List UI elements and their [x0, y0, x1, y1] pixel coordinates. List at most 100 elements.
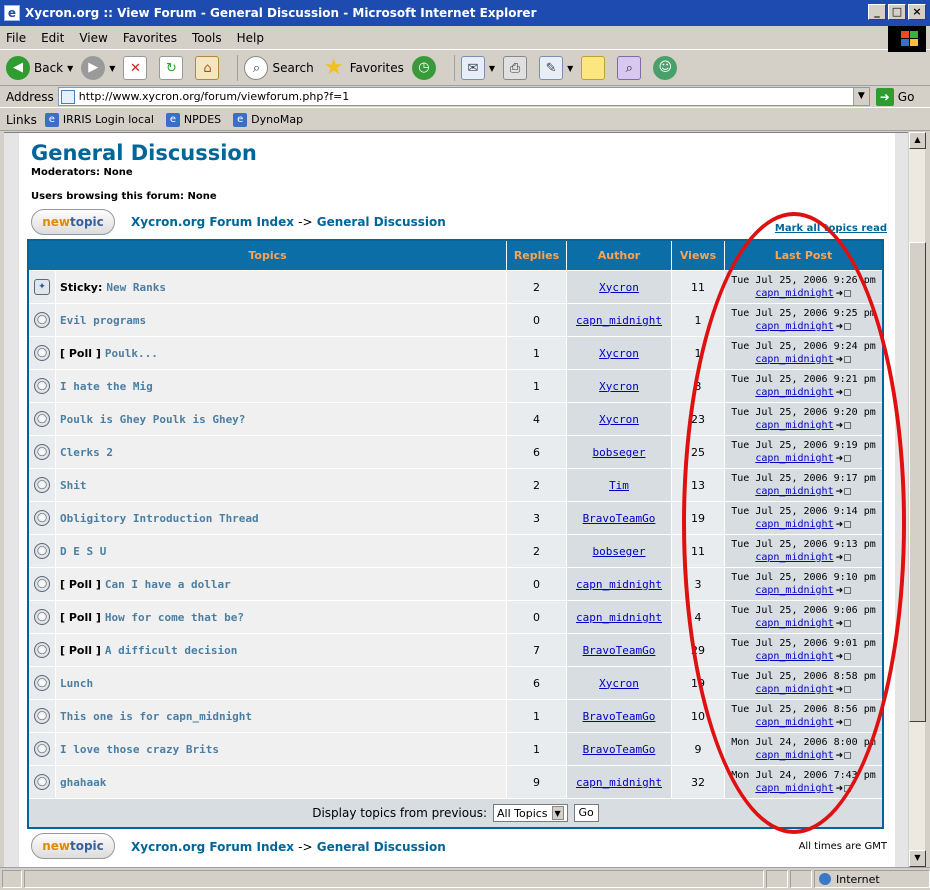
view-latest-post-icon[interactable]: ➜▢ [836, 685, 852, 695]
menu-tools[interactable]: Tools [192, 31, 222, 45]
menu-view[interactable]: View [79, 31, 107, 45]
view-latest-post-icon[interactable]: ➜▢ [836, 520, 852, 530]
author-link[interactable]: capn_midnight [576, 314, 662, 327]
topic-title-link[interactable]: Poulk is Ghey Poulk is Ghey? [60, 413, 245, 426]
view-latest-post-icon[interactable]: ➜▢ [836, 652, 852, 662]
forward-button[interactable]: ▶ ▼ [81, 56, 115, 80]
view-latest-post-icon[interactable]: ➜▢ [836, 487, 852, 497]
minimize-button[interactable]: _ [868, 4, 886, 20]
last-post-user-link[interactable]: capn_midnight [755, 387, 833, 398]
last-post-user-link[interactable]: capn_midnight [755, 585, 833, 596]
author-link[interactable]: capn_midnight [576, 578, 662, 591]
topic-title-link[interactable]: ghahaak [60, 776, 106, 789]
topic-title-link[interactable]: D E S U [60, 545, 106, 558]
topic-title-link[interactable]: Clerks 2 [60, 446, 113, 459]
view-latest-post-icon[interactable]: ➜▢ [836, 388, 852, 398]
view-latest-post-icon[interactable]: ➜▢ [836, 553, 852, 563]
author-link[interactable]: BravoTeamGo [583, 743, 656, 756]
messenger-button[interactable]: ☺ [653, 56, 681, 80]
last-post-user-link[interactable]: capn_midnight [755, 717, 833, 728]
home-button[interactable]: ⌂ [195, 56, 223, 80]
topic-title-link[interactable]: Can I have a dollar [105, 578, 231, 591]
author-link[interactable]: Xycron [599, 677, 639, 690]
close-button[interactable]: × [908, 4, 926, 20]
topic-title-link[interactable]: Shit [60, 479, 87, 492]
view-latest-post-icon[interactable]: ➜▢ [836, 322, 852, 332]
last-post-user-link[interactable]: capn_midnight [755, 750, 833, 761]
new-topic-button-bottom[interactable]: new topic [31, 833, 115, 859]
topic-title-link[interactable]: Poulk... [105, 347, 158, 360]
research-button[interactable]: ⌕ [617, 56, 645, 80]
go-button[interactable]: ➜ Go [875, 87, 914, 106]
view-latest-post-icon[interactable]: ➜▢ [836, 751, 852, 761]
discuss-button[interactable] [581, 56, 609, 80]
author-link[interactable]: Xycron [599, 347, 639, 360]
display-topics-select[interactable]: All Topics ▼ [493, 804, 568, 822]
edit-button[interactable]: ✎ ▼ [539, 56, 573, 80]
author-link[interactable]: BravoTeamGo [583, 644, 656, 657]
last-post-user-link[interactable]: capn_midnight [755, 651, 833, 662]
favorites-button[interactable]: ★ Favorites [322, 56, 404, 80]
forum-title[interactable]: General Discussion [31, 141, 257, 165]
back-button[interactable]: ◀ Back ▼ [6, 56, 73, 80]
crumb-index-link[interactable]: Xycron.org Forum Index [131, 840, 294, 854]
author-link[interactable]: BravoTeamGo [583, 512, 656, 525]
print-button[interactable]: ⎙ [503, 56, 531, 80]
menu-favorites[interactable]: Favorites [123, 31, 177, 45]
last-post-user-link[interactable]: capn_midnight [755, 354, 833, 365]
author-link[interactable]: BravoTeamGo [583, 710, 656, 723]
topic-title-link[interactable]: Evil programs [60, 314, 146, 327]
author-link[interactable]: capn_midnight [576, 611, 662, 624]
author-link[interactable]: bobseger [593, 446, 646, 459]
refresh-button[interactable]: ↻ [159, 56, 187, 80]
author-link[interactable]: Xycron [599, 281, 639, 294]
view-latest-post-icon[interactable]: ➜▢ [836, 586, 852, 596]
maximize-button[interactable]: □ [888, 4, 906, 20]
view-latest-post-icon[interactable]: ➜▢ [836, 289, 852, 299]
topic-title-link[interactable]: How for come that be? [105, 611, 244, 624]
forward-dropdown-icon[interactable]: ▼ [109, 64, 115, 73]
history-button[interactable]: ◷ [411, 56, 440, 80]
author-link[interactable]: capn_midnight [576, 776, 662, 789]
scroll-down-icon[interactable]: ▼ [909, 850, 926, 867]
last-post-user-link[interactable]: capn_midnight [755, 486, 833, 497]
crumb-current-link[interactable]: General Discussion [317, 840, 446, 854]
topic-title-link[interactable]: This one is for capn_midnight [60, 710, 252, 723]
view-latest-post-icon[interactable]: ➜▢ [836, 718, 852, 728]
stop-button[interactable]: ✕ [123, 56, 151, 80]
topic-title-link[interactable]: New Ranks [106, 281, 166, 294]
display-go-button[interactable]: Go [573, 804, 599, 822]
address-dropdown-icon[interactable]: ▼ [852, 88, 869, 105]
view-latest-post-icon[interactable]: ➜▢ [836, 421, 852, 431]
topic-title-link[interactable]: I hate the Mig [60, 380, 153, 393]
author-link[interactable]: bobseger [593, 545, 646, 558]
address-input[interactable]: http://www.xycron.org/forum/viewforum.ph… [57, 87, 870, 106]
link-npdes[interactable]: e NPDES [165, 112, 221, 127]
scroll-thumb[interactable] [909, 242, 926, 722]
mail-button[interactable]: ✉ ▼ [460, 56, 495, 80]
last-post-user-link[interactable]: capn_midnight [755, 618, 833, 629]
last-post-user-link[interactable]: capn_midnight [755, 453, 833, 464]
topic-title-link[interactable]: A difficult decision [105, 644, 237, 657]
search-button[interactable]: ⌕ Search [244, 56, 314, 80]
view-latest-post-icon[interactable]: ➜▢ [836, 619, 852, 629]
menu-help[interactable]: Help [237, 31, 264, 45]
scroll-up-icon[interactable]: ▲ [909, 132, 926, 149]
crumb-index-link[interactable]: Xycron.org Forum Index [131, 215, 294, 229]
last-post-user-link[interactable]: capn_midnight [755, 684, 833, 695]
topic-title-link[interactable]: Obligitory Introduction Thread [60, 512, 259, 525]
view-latest-post-icon[interactable]: ➜▢ [836, 355, 852, 365]
last-post-user-link[interactable]: capn_midnight [755, 519, 833, 530]
author-link[interactable]: Tim [609, 479, 629, 492]
mark-all-topics-read-link[interactable]: Mark all topics read [775, 223, 887, 234]
last-post-user-link[interactable]: capn_midnight [755, 321, 833, 332]
topic-title-link[interactable]: I love those crazy Brits [60, 743, 219, 756]
back-dropdown-icon[interactable]: ▼ [67, 64, 73, 73]
last-post-user-link[interactable]: capn_midnight [755, 420, 833, 431]
link-irris[interactable]: e IRRIS Login local [44, 112, 154, 127]
view-latest-post-icon[interactable]: ➜▢ [836, 784, 852, 794]
view-latest-post-icon[interactable]: ➜▢ [836, 454, 852, 464]
crumb-current-link[interactable]: General Discussion [317, 215, 446, 229]
author-link[interactable]: Xycron [599, 413, 639, 426]
vertical-scrollbar[interactable]: ▲ ▼ [908, 132, 926, 867]
